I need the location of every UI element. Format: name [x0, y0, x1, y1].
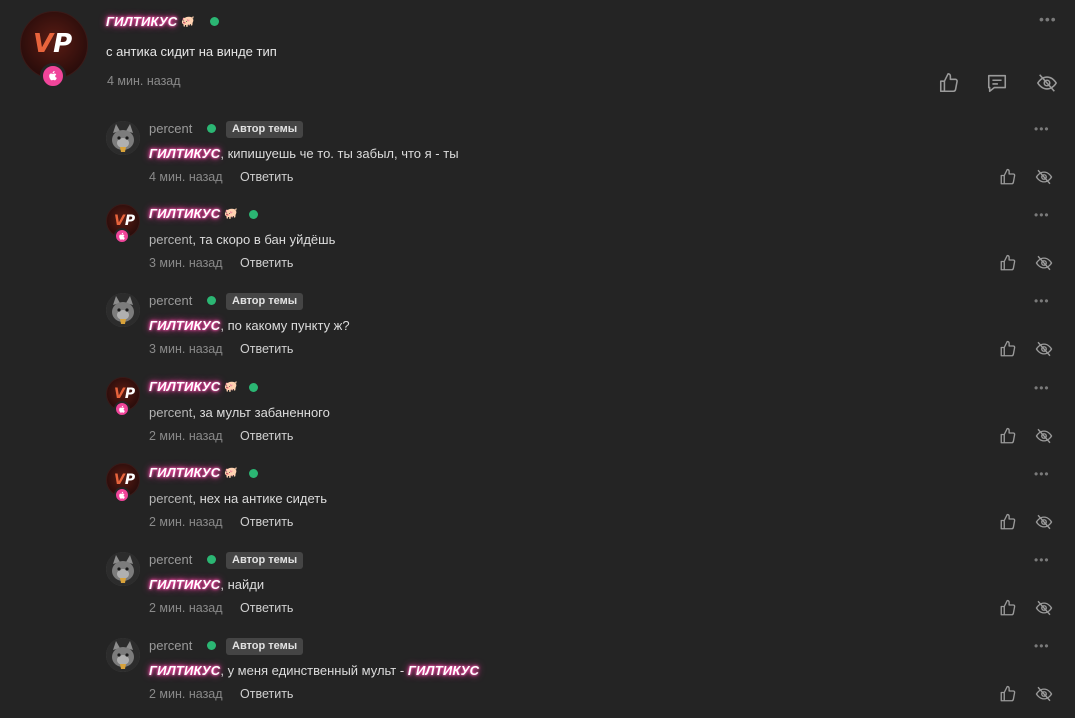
- comment-more-icon[interactable]: •••: [1034, 122, 1050, 136]
- online-status-icon: [210, 17, 219, 26]
- comment-more-icon[interactable]: •••: [1034, 381, 1050, 395]
- comment-more-icon[interactable]: •••: [1034, 639, 1050, 653]
- pig-icon: 🐖: [224, 467, 238, 479]
- reply-button[interactable]: Ответить: [240, 515, 293, 529]
- mention-link[interactable]: ГИЛТИКУС: [149, 318, 220, 333]
- mention-link[interactable]: ГИЛТИКУС: [149, 577, 220, 592]
- comment-time: 3 мин. назад: [149, 342, 223, 356]
- reply-button[interactable]: Ответить: [240, 687, 293, 701]
- comment-more-icon[interactable]: •••: [1034, 294, 1050, 308]
- topic-author-badge: Автор темы: [226, 121, 304, 138]
- online-status-icon: [207, 641, 216, 650]
- comment-text: ГИЛТИКУС, найди: [149, 577, 265, 592]
- mention-link[interactable]: percent: [149, 232, 192, 247]
- comment-author[interactable]: ГИЛТИКУС: [149, 465, 220, 480]
- comment-time: 2 мин. назад: [149, 515, 223, 529]
- eye-slash-icon[interactable]: [1034, 427, 1054, 445]
- online-status-icon: [249, 469, 258, 478]
- eye-slash-icon[interactable]: [1034, 685, 1054, 703]
- main-reply-icon[interactable]: [986, 72, 1008, 94]
- topic-author-badge: Автор темы: [226, 293, 304, 310]
- main-post-author[interactable]: ГИЛТИКУС: [106, 14, 177, 29]
- apple-badge-icon: [114, 487, 130, 503]
- eye-slash-icon[interactable]: [1034, 168, 1054, 186]
- mention-link[interactable]: ГИЛТИКУС: [149, 146, 220, 161]
- comment-text: percent, та скоро в бан уйдёшь: [149, 232, 336, 247]
- comment-author[interactable]: percent: [149, 552, 192, 567]
- comment-more-icon[interactable]: •••: [1034, 553, 1050, 567]
- like-icon[interactable]: [999, 685, 1017, 703]
- comment-time: 4 мин. назад: [149, 170, 223, 184]
- like-icon[interactable]: [999, 513, 1017, 531]
- like-icon[interactable]: [999, 599, 1017, 617]
- comment-author[interactable]: ГИЛТИКУС: [149, 379, 220, 394]
- topic-author-badge: Автор темы: [226, 552, 304, 569]
- online-status-icon: [249, 383, 258, 392]
- reply-button[interactable]: Ответить: [240, 429, 293, 443]
- pig-icon: 🐖: [181, 16, 195, 28]
- mention-link[interactable]: ГИЛТИКУС: [149, 663, 220, 678]
- comment-author[interactable]: percent: [149, 638, 192, 653]
- like-icon[interactable]: [999, 427, 1017, 445]
- reply-button[interactable]: Ответить: [240, 256, 293, 270]
- reply-button[interactable]: Ответить: [240, 170, 293, 184]
- comment-avatar[interactable]: [106, 121, 140, 155]
- mention-link[interactable]: percent: [149, 491, 192, 506]
- comment-text: ГИЛТИКУС, по какому пункту ж?: [149, 318, 350, 333]
- comment-more-icon[interactable]: •••: [1034, 467, 1050, 481]
- comment-time: 3 мин. назад: [149, 256, 223, 270]
- apple-badge-icon: [114, 401, 130, 417]
- comment-author[interactable]: percent: [149, 293, 192, 308]
- comment-author[interactable]: percent: [149, 121, 192, 136]
- comment-text: ГИЛТИКУС, у меня единственный мульт - ГИ…: [149, 663, 480, 678]
- apple-badge-icon: [114, 228, 130, 244]
- comment-text: ГИЛТИКУС, кипишуешь че то. ты забыл, что…: [149, 146, 459, 161]
- apple-badge-icon: [40, 63, 66, 89]
- reply-button[interactable]: Ответить: [240, 601, 293, 615]
- topic-author-badge: Автор темы: [226, 638, 304, 655]
- mention-link[interactable]: ГИЛТИКУС: [408, 663, 479, 678]
- comment-time: 2 мин. назад: [149, 429, 223, 443]
- online-status-icon: [207, 296, 216, 305]
- comment-time: 2 мин. назад: [149, 687, 223, 701]
- like-icon[interactable]: [999, 340, 1017, 358]
- main-post-time: 4 мин. назад: [107, 74, 181, 88]
- comment-more-icon[interactable]: •••: [1034, 208, 1050, 222]
- comment-avatar[interactable]: [106, 293, 140, 327]
- eye-slash-icon[interactable]: [1034, 254, 1054, 272]
- online-status-icon: [207, 555, 216, 564]
- pig-icon: 🐖: [224, 208, 238, 220]
- pig-icon: 🐖: [224, 381, 238, 393]
- main-like-icon[interactable]: [938, 72, 960, 94]
- comment-avatar[interactable]: [106, 638, 140, 672]
- main-post-more-icon[interactable]: •••: [1039, 11, 1057, 27]
- like-icon[interactable]: [999, 254, 1017, 272]
- main-post-text: с антика сидит на винде тип: [106, 44, 277, 59]
- eye-slash-icon[interactable]: [1034, 340, 1054, 358]
- eye-slash-icon[interactable]: [1034, 513, 1054, 531]
- mention-link[interactable]: percent: [149, 405, 192, 420]
- comment-text: percent, за мульт забаненного: [149, 405, 330, 420]
- comment-time: 2 мин. назад: [149, 601, 223, 615]
- main-hide-icon[interactable]: [1035, 72, 1059, 94]
- reply-button[interactable]: Ответить: [240, 342, 293, 356]
- comment-avatar[interactable]: [106, 552, 140, 586]
- eye-slash-icon[interactable]: [1034, 599, 1054, 617]
- online-status-icon: [207, 124, 216, 133]
- online-status-icon: [249, 210, 258, 219]
- comment-author[interactable]: ГИЛТИКУС: [149, 206, 220, 221]
- comment-text: percent, нех на антике сидеть: [149, 491, 328, 506]
- like-icon[interactable]: [999, 168, 1017, 186]
